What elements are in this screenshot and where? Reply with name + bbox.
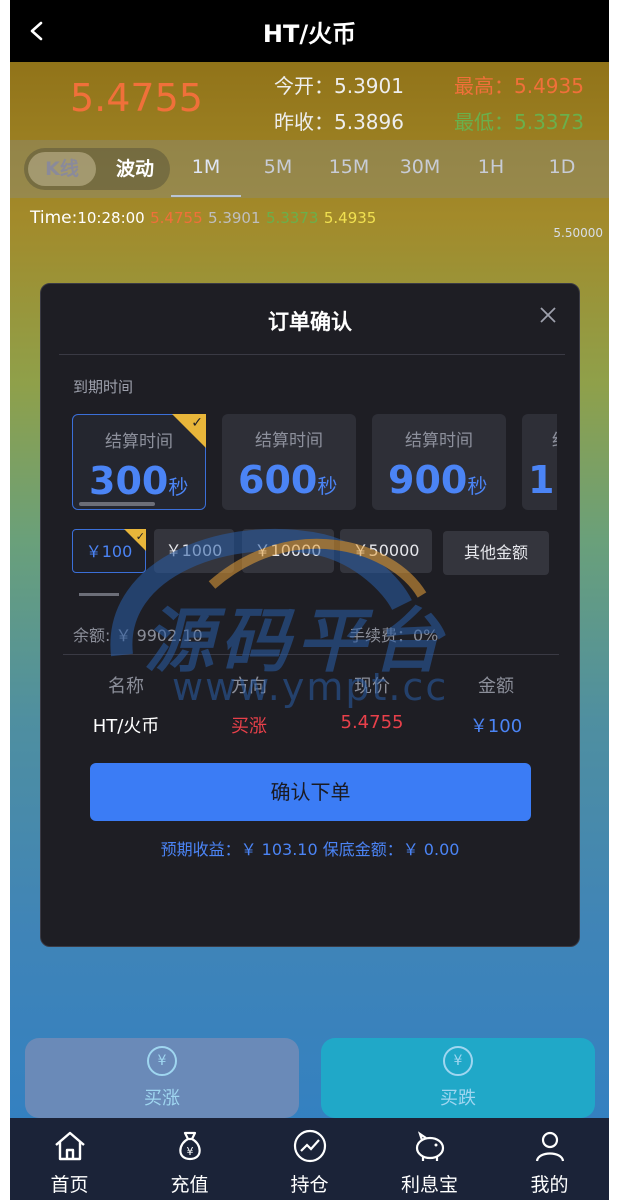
amount-option-100[interactable]: ￥100 ✓ xyxy=(72,529,146,573)
col-direction: 方向 xyxy=(231,676,267,697)
money-bag-icon: ¥ xyxy=(179,1131,201,1161)
interval-1h[interactable]: 1H xyxy=(461,156,521,178)
order-direction: 买涨 xyxy=(231,716,267,737)
current-price: 5.4755 xyxy=(70,76,203,120)
user-icon xyxy=(535,1131,565,1162)
prev-close-stat: 昨收：5.3896 xyxy=(274,110,404,134)
duration-option-600[interactable]: 结算时间 600秒 xyxy=(222,414,356,510)
selected-check-icon: ✓ xyxy=(172,414,206,448)
other-amount-button[interactable]: 其他金额 xyxy=(443,531,549,575)
duration-options: 结算时间 300秒 ✓ 结算时间 600秒 结算时间 900秒 结 12 xyxy=(72,412,557,512)
divider xyxy=(63,654,559,655)
tab-wave[interactable]: 波动 xyxy=(102,152,168,186)
back-icon[interactable] xyxy=(26,20,48,42)
divider xyxy=(59,354,565,355)
fee: 手续费：0% xyxy=(349,626,439,645)
price-summary: 5.4755 今开：5.3901 昨收：5.3896 最高：5.4935 最低：… xyxy=(10,62,609,138)
expected-return: 预期收益：￥ 103.10 保底金额：￥ 0.00 xyxy=(160,840,460,859)
duration-option-300[interactable]: 结算时间 300秒 ✓ xyxy=(72,414,206,510)
open-stat: 今开：5.3901 xyxy=(274,74,404,98)
balance: 余额: ￥ 9902.10 xyxy=(73,626,203,645)
top-bar: HT/火币 xyxy=(10,0,609,62)
col-price: 现价 xyxy=(354,676,390,697)
svg-text:¥: ¥ xyxy=(187,1145,194,1158)
amount-option-50000[interactable]: ￥50000 xyxy=(340,529,432,573)
chart-type-toggle: K线 波动 xyxy=(24,148,170,190)
yen-down-icon: ¥ xyxy=(443,1046,473,1076)
amount-options: ￥100 ✓ ￥1000 ￥10000 ￥50000 其他金额 xyxy=(72,529,562,577)
high-stat: 最高：5.4935 xyxy=(454,74,584,98)
chart-tabs: K线 波动 1M 5M 15M 30M 1H 1D xyxy=(10,140,609,198)
ticker-line: Time:10:28:00 5.4755 5.3901 5.3373 5.493… xyxy=(30,208,377,228)
interval-30m[interactable]: 30M xyxy=(390,156,450,178)
nav-me[interactable]: 我的 xyxy=(490,1118,609,1200)
duration-scrollbar[interactable] xyxy=(79,502,155,506)
yen-up-icon: ¥ xyxy=(147,1046,177,1076)
selected-check-icon: ✓ xyxy=(124,529,146,551)
amount-option-1000[interactable]: ￥1000 xyxy=(154,529,234,573)
duration-option-900[interactable]: 结算时间 900秒 xyxy=(372,414,506,510)
trend-chart-icon xyxy=(293,1129,327,1163)
nav-interest[interactable]: 利息宝 xyxy=(370,1118,489,1200)
price-axis-label: 5.50000 xyxy=(553,226,603,240)
tab-kline[interactable]: K线 xyxy=(28,152,96,186)
duration-option-partial[interactable]: 结 12 xyxy=(522,414,557,510)
order-amount: ￥100 xyxy=(469,716,523,737)
nav-positions[interactable]: 持仓 xyxy=(250,1118,369,1200)
interval-5m[interactable]: 5M xyxy=(248,156,308,178)
interval-1m[interactable]: 1M xyxy=(176,156,236,178)
bottom-nav: 首页 ¥ 充值 持仓 利息宝 我的 xyxy=(10,1118,609,1200)
amount-scrollbar[interactable] xyxy=(79,593,119,596)
dialog-title: 订单确认 xyxy=(268,310,352,334)
interval-1d[interactable]: 1D xyxy=(532,156,592,178)
active-interval-indicator xyxy=(171,195,241,197)
close-icon[interactable] xyxy=(539,306,557,324)
buy-up-button[interactable]: ¥ 买涨 xyxy=(25,1038,299,1118)
trade-actions: ¥ 买涨 ¥ 买跌 xyxy=(10,1038,609,1118)
order-name: HT/火币 xyxy=(92,716,160,737)
col-amount: 金额 xyxy=(478,676,514,697)
buy-down-button[interactable]: ¥ 买跌 xyxy=(321,1038,595,1118)
low-stat: 最低：5.3373 xyxy=(454,110,584,134)
expiry-label: 到期时间 xyxy=(73,378,134,396)
col-name: 名称 xyxy=(108,676,144,697)
nav-recharge[interactable]: ¥ 充值 xyxy=(130,1118,249,1200)
nav-home[interactable]: 首页 xyxy=(10,1118,129,1200)
interval-15m[interactable]: 15M xyxy=(319,156,379,178)
order-confirm-dialog: 订单确认 到期时间 结算时间 300秒 ✓ 结算时间 600秒 结算时间 900… xyxy=(40,283,580,947)
home-icon xyxy=(55,1131,85,1161)
order-price: 5.4755 xyxy=(340,712,404,733)
confirm-order-button[interactable]: 确认下单 xyxy=(90,763,531,821)
amount-option-10000[interactable]: ￥10000 xyxy=(242,529,334,573)
piggy-bank-icon xyxy=(415,1131,445,1161)
page-title: HT/火币 xyxy=(262,19,357,48)
